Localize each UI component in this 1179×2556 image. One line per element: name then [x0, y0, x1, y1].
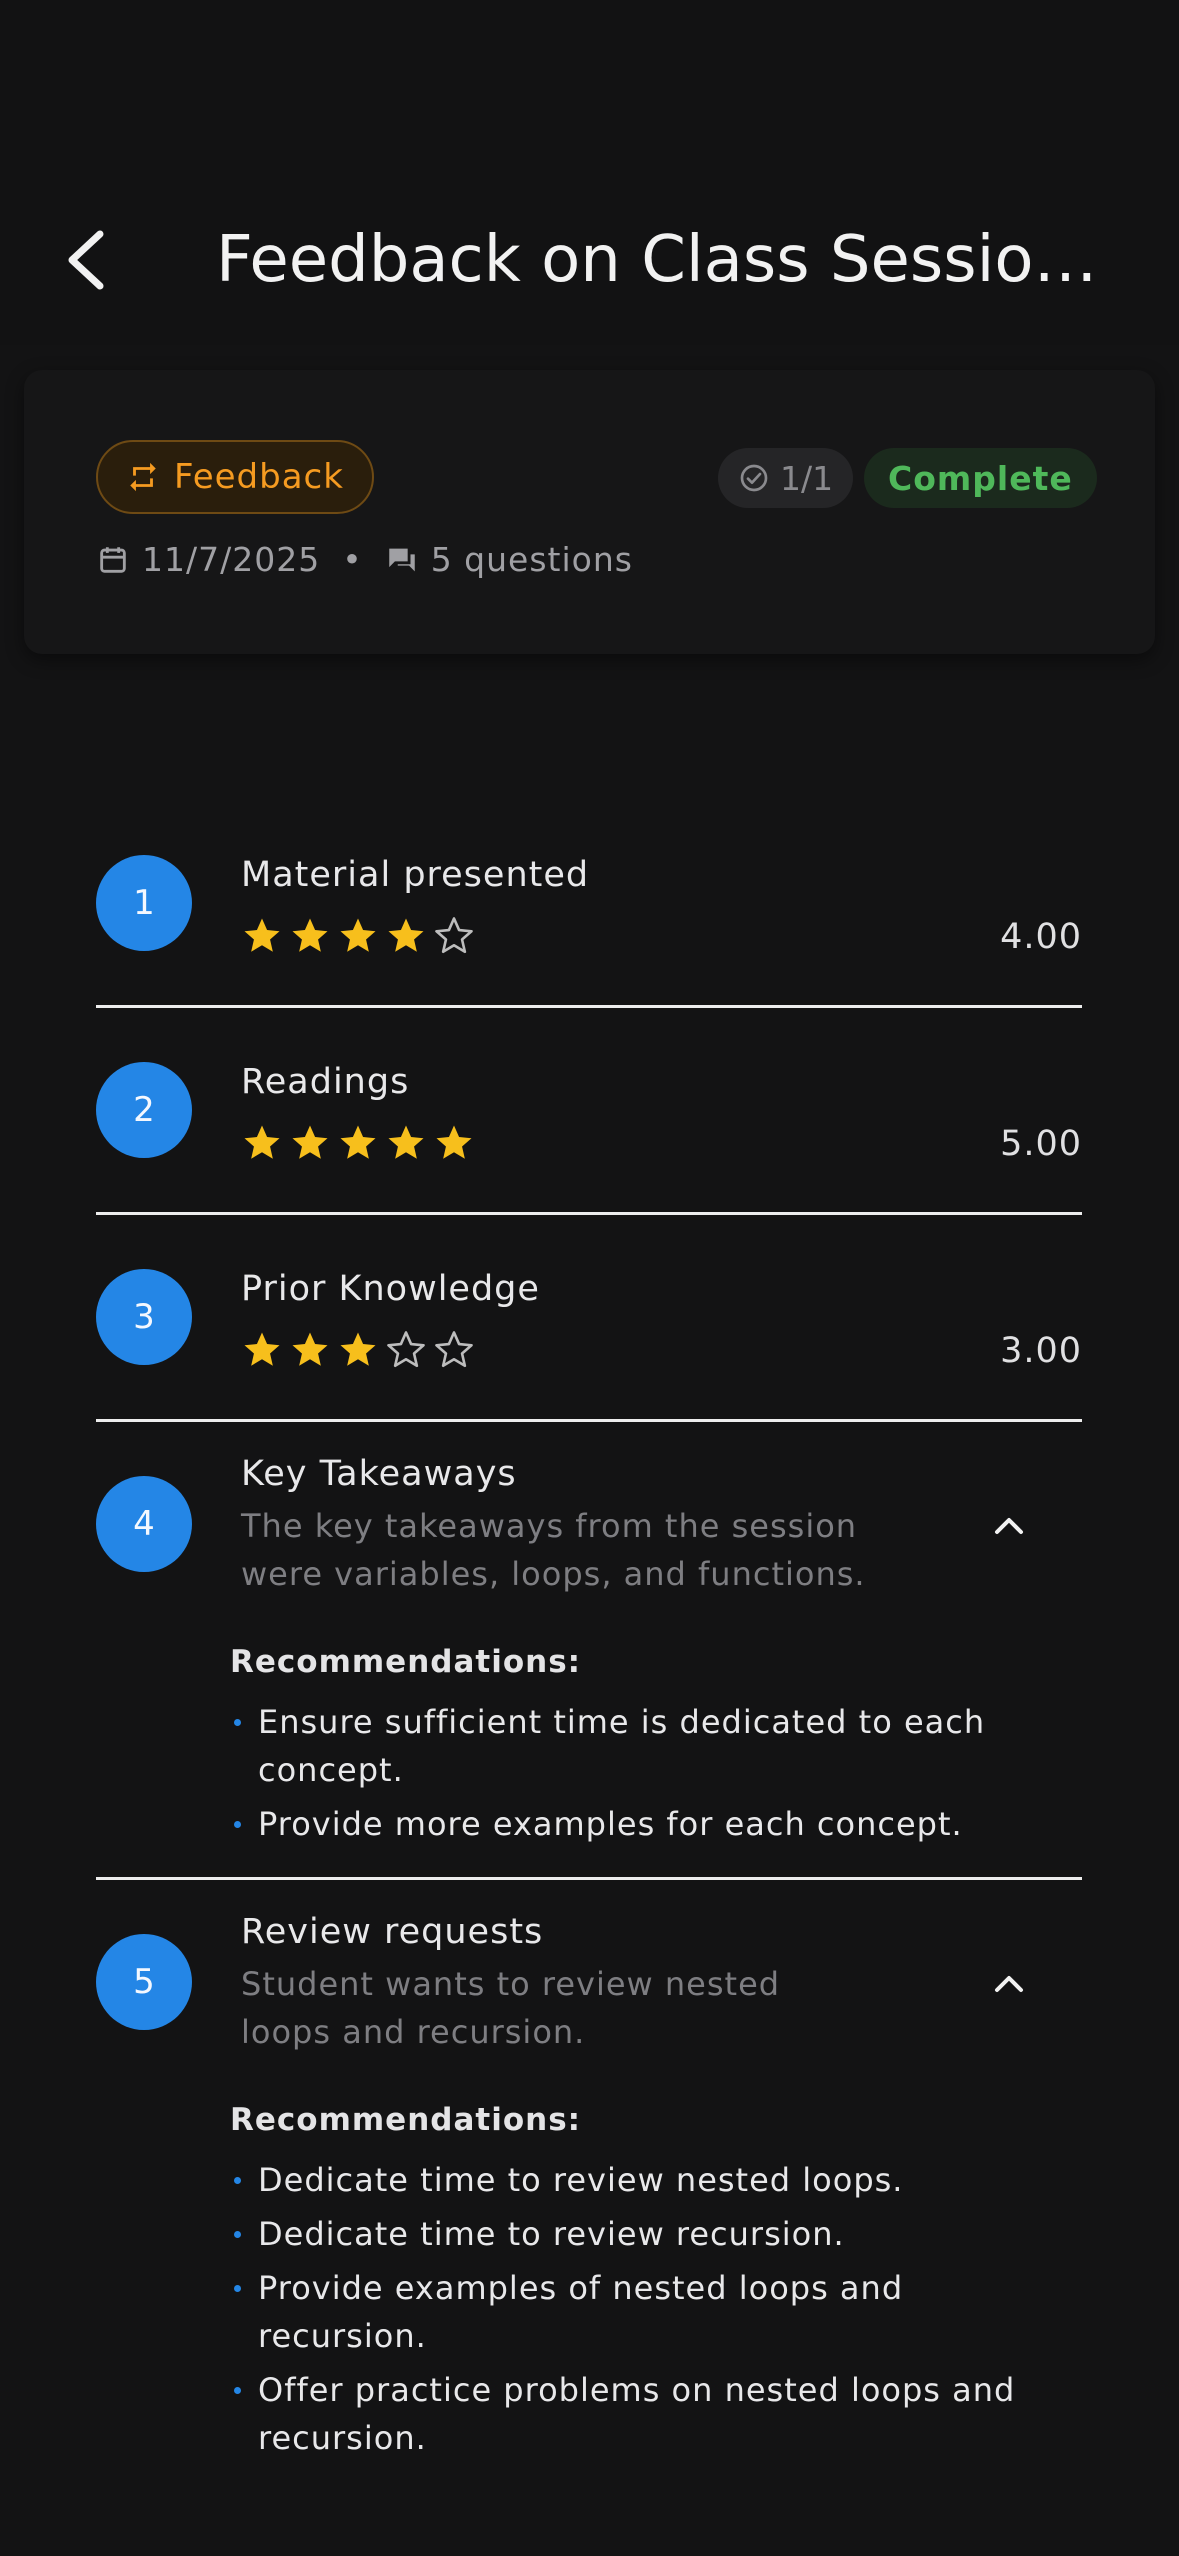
star-filled-icon [340, 1332, 376, 1366]
recommendation-item: Provide examples of nested loops and rec… [230, 2264, 1060, 2360]
feedback-type-label: Feedback [174, 457, 344, 497]
divider [96, 1877, 1082, 1880]
recommendation-item: Ensure sufficient time is dedicated to e… [230, 1698, 1100, 1794]
question-number: 4 [96, 1476, 192, 1572]
recommendations-heading: Recommendations: [230, 2102, 582, 2138]
star-filled-icon [292, 918, 328, 952]
session-date: 11/7/2025 [142, 540, 321, 579]
status-label: Complete [888, 458, 1073, 498]
star-filled-icon [244, 1125, 280, 1159]
question-title: Review requests [241, 1912, 544, 1952]
back-button[interactable] [56, 222, 116, 298]
recommendation-item: Dedicate time to review recursion. [230, 2210, 1060, 2258]
repeat-icon [130, 462, 156, 492]
star-filled-icon [436, 1125, 472, 1159]
star-filled-icon [388, 918, 424, 952]
rating-score: 5.00 [1000, 1124, 1082, 1164]
completion-count: 1/1 [780, 458, 834, 498]
chevron-up-icon [995, 1976, 1023, 1992]
star-rating [241, 915, 475, 957]
check-circle-icon [740, 464, 768, 492]
session-info-card: Feedback 1/1 Complete 11/7/2025 • 5 ques… [24, 370, 1155, 654]
recommendations-list: Dedicate time to review nested loops. De… [230, 2156, 1060, 2468]
star-rating [241, 1329, 475, 1371]
recommendation-item: Provide more examples for each concept. [230, 1800, 1100, 1848]
question-title: Key Takeaways [241, 1454, 517, 1494]
star-rating [241, 1122, 475, 1164]
question-title: Material presented [241, 855, 590, 895]
recommendations-list: Ensure sufficient time is dedicated to e… [230, 1698, 1100, 1854]
calendar-icon [100, 546, 126, 573]
recommendation-item: Offer practice problems on nested loops … [230, 2366, 1060, 2462]
star-filled-icon [292, 1125, 328, 1159]
question-count: 5 questions [430, 540, 633, 579]
divider [96, 1212, 1082, 1215]
question-item-expanded: 4 Key Takeaways The key takeaways from t… [96, 1454, 1082, 1874]
star-filled-icon [388, 1125, 424, 1159]
app-header: Feedback on Class Session... [0, 0, 1179, 345]
question-item: 3 Prior Knowledge 3.00 [96, 1269, 1082, 1409]
question-title: Readings [241, 1062, 410, 1102]
star-filled-icon [244, 1332, 280, 1366]
star-empty-icon [435, 1331, 473, 1368]
rating-score: 4.00 [1000, 917, 1082, 957]
star-filled-icon [340, 918, 376, 952]
question-number: 1 [96, 855, 192, 951]
meta-separator: • [342, 540, 363, 579]
completion-count-chip: 1/1 [718, 448, 854, 508]
meta-row: 11/7/2025 • 5 questions [96, 540, 633, 579]
question-item: 1 Material presented 4.00 [96, 855, 1082, 995]
question-number: 3 [96, 1269, 192, 1365]
question-number: 5 [96, 1934, 192, 2030]
collapse-button[interactable] [986, 1960, 1032, 2006]
recommendation-item: Dedicate time to review nested loops. [230, 2156, 1060, 2204]
star-filled-icon [292, 1332, 328, 1366]
star-filled-icon [340, 1125, 376, 1159]
star-filled-icon [244, 918, 280, 952]
question-item: 2 Readings 5.00 [96, 1062, 1082, 1202]
chevron-left-icon [68, 230, 104, 290]
page-title: Feedback on Class Session... [216, 223, 1126, 297]
star-empty-icon [387, 1331, 425, 1368]
chat-icon [388, 548, 415, 571]
rating-score: 3.00 [1000, 1331, 1082, 1371]
status-badge: Complete [864, 448, 1097, 508]
question-item-expanded: 5 Review requests Student wants to revie… [96, 1912, 1082, 2472]
divider [96, 1005, 1082, 1008]
answer-text: The key takeaways from the session were … [241, 1507, 866, 1593]
question-title: Prior Knowledge [241, 1269, 540, 1309]
recommendations-heading: Recommendations: [230, 1644, 582, 1680]
feedback-type-chip: Feedback [96, 440, 374, 514]
question-number: 2 [96, 1062, 192, 1158]
collapse-button[interactable] [986, 1502, 1032, 1548]
chevron-up-icon [995, 1518, 1023, 1534]
answer-text: Student wants to review nested loops and… [241, 1965, 781, 2051]
divider [96, 1419, 1082, 1422]
star-empty-icon [435, 917, 473, 954]
